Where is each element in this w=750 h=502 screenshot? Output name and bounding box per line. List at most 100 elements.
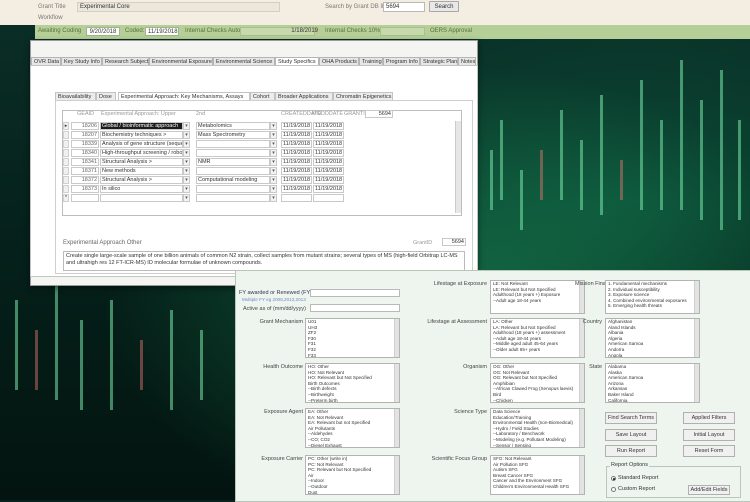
dropdown-arrow-icon[interactable]: ▾ — [270, 122, 277, 130]
listbox-scrollbar[interactable] — [394, 409, 399, 447]
lifestage-at-exposure-listbox[interactable]: LE: Not Relevant LE: Relevant but Not Spe… — [490, 280, 585, 314]
second-approach-select[interactable] — [196, 140, 270, 148]
dropdown-arrow-icon[interactable]: ▾ — [183, 185, 190, 193]
reset-form-button[interactable]: Reset Form — [683, 445, 735, 457]
add-edit-fields-button[interactable]: Add/Edit Fields — [688, 485, 730, 495]
run-report-button[interactable]: Run Report — [605, 445, 657, 457]
search-input[interactable]: 5694 — [383, 2, 425, 12]
row-selector[interactable] — [63, 140, 69, 148]
second-approach-select[interactable]: Mass Spectrometry — [196, 131, 270, 139]
list-option[interactable]: Environmental Health (non-Biomedical) — [491, 420, 584, 426]
row-selector[interactable]: * — [63, 194, 69, 202]
list-option[interactable]: --Chicken — [491, 398, 584, 402]
science-type-listbox[interactable]: Data Science Education/Training Environmen… — [490, 408, 585, 448]
second-approach-select[interactable]: Metabolomics — [196, 122, 270, 130]
list-option[interactable]: Dust — [306, 490, 399, 494]
second-approach-select[interactable] — [196, 149, 270, 157]
list-option[interactable]: --African Clawed Frog (Xenopus laevis) — [491, 386, 584, 392]
list-option[interactable]: F33 — [306, 353, 399, 357]
dropdown-arrow-icon[interactable]: ▾ — [270, 167, 277, 175]
grant-mechanism-listbox[interactable]: U01 UH3 ZF2 F30 F31 F32 F33 — [305, 318, 400, 358]
dropdown-arrow-icon[interactable]: ▾ — [183, 140, 190, 148]
standard-report-radio[interactable] — [611, 476, 616, 481]
dropdown-arrow-icon[interactable]: ▾ — [270, 176, 277, 184]
list-option[interactable]: Angola — [606, 353, 699, 357]
mission-final-listbox[interactable]: 1. Fundamental mechanisms 2. Individual s… — [605, 280, 700, 314]
dropdown-arrow-icon[interactable]: ▾ — [270, 149, 277, 157]
upper-approach-select[interactable]: Biochemistry techniques > — [100, 131, 183, 139]
internal-checks-auto-date[interactable]: 1/18/2019 — [285, 27, 320, 36]
row-selector[interactable] — [63, 167, 69, 175]
second-approach-select[interactable] — [196, 185, 270, 193]
listbox-scrollbar[interactable] — [394, 364, 399, 402]
list-option[interactable]: --Preterm birth — [306, 398, 399, 402]
row-selector[interactable] — [63, 185, 69, 193]
listbox-scrollbar[interactable] — [579, 409, 584, 447]
health-outcome-listbox[interactable]: HO: Other HO: Not Relevant HO: Relevant bu… — [305, 363, 400, 403]
dropdown-arrow-icon[interactable]: ▾ — [183, 167, 190, 175]
initial-layout-button[interactable]: Initial Layout — [683, 429, 735, 441]
list-option[interactable]: Children's Environmental Health SFG — [491, 484, 584, 490]
active-input[interactable] — [310, 304, 400, 312]
custom-report-radio[interactable] — [611, 487, 616, 492]
listbox-scrollbar[interactable] — [394, 319, 399, 357]
country-listbox[interactable]: Afghanistan Aland Islands Albania Algeria Am… — [605, 318, 700, 358]
upper-approach-select[interactable]: High-throughput screening / robotics — [100, 149, 183, 157]
second-approach-select[interactable]: NMR — [196, 158, 270, 166]
listbox-scrollbar[interactable] — [394, 456, 399, 494]
second-approach-select[interactable] — [196, 167, 270, 175]
list-option[interactable]: --Diesel Exhaust — [306, 443, 399, 447]
state-listbox[interactable]: Alabama Alaska American Samoa Arizona Arkans… — [605, 363, 700, 403]
upper-approach-select[interactable]: Analysis of gene structure (sequence) — [100, 140, 183, 148]
dropdown-arrow-icon[interactable]: ▾ — [183, 176, 190, 184]
second-approach-select[interactable]: Computational modeling — [196, 176, 270, 184]
search-button[interactable]: Search — [429, 1, 459, 12]
exposure-agent-listbox[interactable]: EA: Other EA: Not Relevant EA: Relevant bu… — [305, 408, 400, 448]
dropdown-arrow-icon[interactable]: ▾ — [183, 122, 190, 130]
row-selector[interactable] — [63, 131, 69, 139]
upper-approach-select[interactable]: New methods — [100, 167, 183, 175]
awaiting-coding-date[interactable]: 9/20/2018 — [86, 27, 120, 36]
upper-approach-select[interactable] — [100, 194, 183, 202]
coded-date[interactable]: 11/19/2018 — [145, 27, 179, 36]
list-option[interactable]: --Adult age 18-44 years — [491, 298, 584, 304]
row-selector[interactable]: ▸ — [63, 122, 69, 130]
row-selector[interactable] — [63, 158, 69, 166]
row-selector[interactable] — [63, 176, 69, 184]
dropdown-arrow-icon[interactable]: ▾ — [183, 149, 190, 157]
other-textarea[interactable]: Create single large-scale sample of one … — [63, 251, 465, 271]
grid-scrollbar[interactable] — [455, 121, 461, 213]
dropdown-arrow-icon[interactable]: ▾ — [183, 194, 190, 202]
list-option[interactable]: 5. Emerging health threats — [606, 303, 699, 309]
dropdown-arrow-icon[interactable]: ▾ — [270, 131, 277, 139]
listbox-scrollbar[interactable] — [694, 319, 699, 357]
dropdown-arrow-icon[interactable]: ▾ — [183, 131, 190, 139]
dropdown-arrow-icon[interactable]: ▾ — [270, 194, 277, 202]
upper-approach-select[interactable]: In silico — [100, 185, 183, 193]
find-search-terms-button[interactable]: Find Search Terms — [605, 412, 657, 424]
upper-approach-select[interactable]: Structural Analysis > — [100, 176, 183, 184]
applied-filters-button[interactable]: Applied Filters — [683, 412, 735, 424]
grantid-field[interactable]: 5694 — [365, 110, 393, 118]
row-selector[interactable] — [63, 149, 69, 157]
dropdown-arrow-icon[interactable]: ▾ — [183, 158, 190, 166]
dropdown-arrow-icon[interactable]: ▾ — [270, 140, 277, 148]
dropdown-arrow-icon[interactable]: ▾ — [270, 158, 277, 166]
grant-title-field[interactable]: Experimental Core — [77, 2, 280, 12]
scientific-focus-group-listbox[interactable]: SFG: Not Relevant Air Pollution SFG Autism… — [490, 455, 585, 495]
listbox-scrollbar[interactable] — [694, 281, 699, 313]
other-grantid-field[interactable]: 5694 — [442, 238, 466, 246]
second-approach-select[interactable] — [196, 194, 270, 202]
upper-approach-select[interactable]: Structural Analysis > — [100, 158, 183, 166]
organism-listbox[interactable]: OG: Other OG: Not Relevant OG: Relevant bu… — [490, 363, 585, 403]
exposure-carrier-listbox[interactable]: PC: Other (write in) PC: Not Relevant PC: … — [305, 455, 400, 495]
listbox-scrollbar[interactable] — [579, 456, 584, 494]
list-option[interactable]: --Older adult 65+ years — [491, 347, 584, 353]
listbox-scrollbar[interactable] — [694, 364, 699, 402]
upper-approach-select[interactable]: Global / bioinformatic approach — [100, 122, 183, 130]
lifestage-at-assessment-listbox[interactable]: LA: Other LA: Relevant but Not Specified A… — [490, 318, 585, 358]
list-option[interactable]: California — [606, 398, 699, 402]
save-layout-button[interactable]: Save Layout — [605, 429, 657, 441]
dropdown-arrow-icon[interactable]: ▾ — [270, 185, 277, 193]
fy-input[interactable] — [310, 289, 400, 297]
